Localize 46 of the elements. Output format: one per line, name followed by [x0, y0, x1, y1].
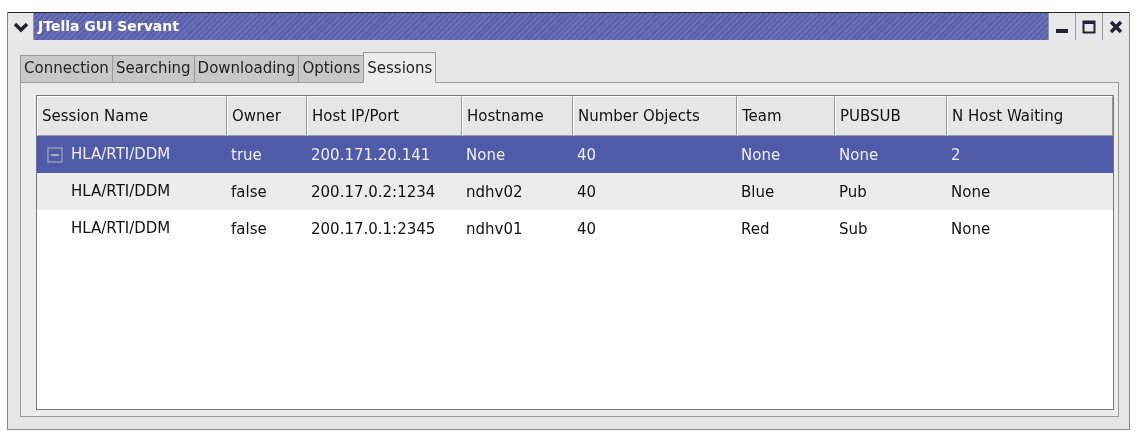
- table-cell-text: 40: [576, 219, 598, 240]
- chevron-icon[interactable]: [12, 20, 29, 33]
- column-header[interactable]: Host IP/Port: [307, 95, 462, 136]
- table-cell: false: [227, 173, 307, 210]
- column-header[interactable]: Hostname: [462, 95, 573, 136]
- column-header[interactable]: PUBSUB: [835, 95, 947, 136]
- tab[interactable]: Options: [298, 55, 365, 83]
- table-cell: 200.17.0.2:1234: [307, 173, 462, 210]
- minimize-button[interactable]: [1048, 13, 1075, 40]
- table-cell-text: HLA/RTI/DDM: [71, 181, 171, 203]
- table-cell-text: Red: [740, 219, 771, 240]
- table-cell: ndhv02: [462, 173, 573, 210]
- table-cell: Blue: [737, 173, 835, 210]
- table-cell: 40: [573, 136, 737, 173]
- column-header[interactable]: Number Objects: [573, 95, 737, 136]
- window-title: JTella GUI Servant: [36, 17, 180, 36]
- table-cell: None: [737, 136, 835, 173]
- minimize-icon: [1056, 28, 1068, 33]
- table-cell-text: ndhv01: [465, 219, 524, 240]
- column-header[interactable]: Session Name: [37, 95, 227, 136]
- table-cell: 2: [947, 136, 1113, 173]
- maximize-icon: [1082, 19, 1096, 34]
- column-header[interactable]: Owner: [227, 95, 307, 136]
- table-cell-text: HLA/RTI/DDM: [71, 218, 171, 240]
- table-cell: 40: [573, 173, 737, 210]
- tab[interactable]: Connection: [20, 55, 113, 83]
- tab[interactable]: Downloading: [193, 55, 300, 83]
- table-cell-text: Sub: [838, 219, 869, 240]
- table-cell: true: [227, 136, 307, 173]
- maximize-button[interactable]: [1075, 13, 1102, 40]
- tab[interactable]: Searching: [111, 55, 195, 83]
- table-cell-text: None: [950, 219, 992, 240]
- column-header[interactable]: Team: [737, 95, 835, 136]
- table-cell: None: [462, 136, 573, 173]
- collapse-icon[interactable]: [47, 146, 63, 163]
- column-header[interactable]: N Host Waiting: [947, 95, 1113, 136]
- close-icon: [1109, 19, 1123, 34]
- table-cell-text: 200.17.0.1:2345: [310, 219, 437, 240]
- table-cell-text: HLA/RTI/DDM: [71, 144, 171, 166]
- table-cell-text: false: [230, 219, 268, 240]
- tab[interactable]: Sessions: [363, 52, 437, 83]
- table-cell: None: [835, 136, 947, 173]
- table-cell: None: [947, 173, 1113, 210]
- table-cell: 200.171.20.141: [307, 136, 462, 173]
- close-button[interactable]: [1102, 13, 1129, 40]
- table-cell: Pub: [835, 173, 947, 210]
